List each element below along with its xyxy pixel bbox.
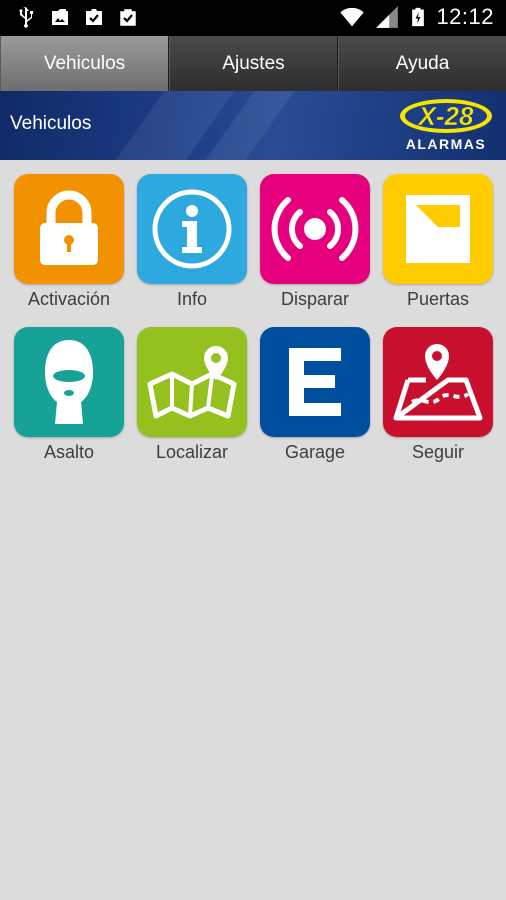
tile-puertas-box[interactable]	[383, 174, 493, 284]
tile-activacion-box[interactable]	[14, 174, 124, 284]
tab-ayuda[interactable]: Ayuda	[338, 36, 506, 91]
tile-asalto[interactable]: Asalto	[14, 327, 124, 463]
lock-icon	[40, 190, 98, 265]
checked-bag-icon	[120, 9, 136, 26]
battery-charging-icon	[412, 7, 425, 27]
status-bar: 12:12	[0, 0, 506, 36]
clock: 12:12	[436, 4, 494, 29]
tile-seguir-box[interactable]	[383, 327, 493, 437]
tile-asalto-box[interactable]	[14, 327, 124, 437]
route-map-icon	[393, 344, 483, 421]
tile-puertas[interactable]: Puertas	[383, 174, 493, 310]
tile-label: Seguir	[411, 442, 465, 462]
tile-label: Garage	[284, 442, 346, 462]
tile-info[interactable]: Info	[137, 174, 247, 310]
door-icon	[406, 195, 470, 263]
brand-logo: X-28 ALARMAS	[396, 96, 496, 154]
svg-text:X-28: X-28	[417, 101, 474, 131]
broadcast-icon	[271, 197, 359, 261]
logo-subtitle: ALARMAS	[405, 136, 487, 152]
system-icons: 12:12	[338, 3, 494, 31]
tile-label: Disparar	[280, 289, 350, 309]
tab-vehiculos[interactable]: Vehiculos	[0, 36, 169, 91]
tile-garage[interactable]: Garage	[260, 327, 370, 463]
page-title: Vehiculos	[10, 113, 92, 134]
header-banner: Vehiculos X-28 ALARMAS	[0, 91, 506, 160]
usb-icon	[19, 7, 33, 28]
checked-clipboard-icon	[86, 9, 102, 25]
image-notification-icon	[52, 9, 68, 25]
tile-garage-box[interactable]	[260, 327, 370, 437]
tile-activacion[interactable]: Activación	[14, 174, 124, 310]
signal-icon	[376, 6, 399, 28]
tile-disparar-box[interactable]	[260, 174, 370, 284]
tile-label: Activación	[27, 289, 111, 309]
notification-icons	[14, 5, 140, 29]
tile-seguir[interactable]: Seguir	[383, 327, 493, 463]
tile-label: Info	[176, 289, 208, 309]
info-icon	[152, 189, 232, 269]
tile-localizar[interactable]: Localizar	[137, 327, 247, 463]
tab-bar: Vehiculos Ajustes Ayuda	[0, 36, 506, 91]
tile-label: Asalto	[43, 442, 95, 462]
map-pin-icon	[147, 346, 237, 419]
wifi-icon	[340, 7, 365, 27]
tile-localizar-box[interactable]	[137, 327, 247, 437]
tab-ajustes[interactable]: Ajustes	[169, 36, 338, 91]
tile-disparar[interactable]: Disparar	[260, 174, 370, 310]
tile-label: Localizar	[155, 442, 229, 462]
tile-label: Puertas	[406, 289, 470, 309]
balaclava-icon	[45, 340, 93, 424]
tile-info-box[interactable]	[137, 174, 247, 284]
parking-e-icon	[289, 348, 341, 416]
logo-badge: X-28	[400, 99, 492, 133]
